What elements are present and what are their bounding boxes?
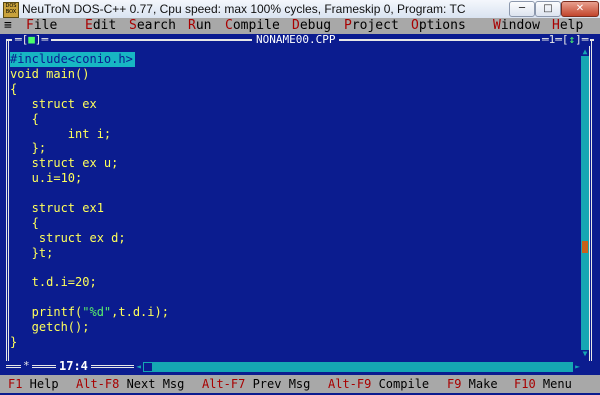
menu-file[interactable]: File xyxy=(26,18,57,34)
scroll-up-arrow-icon[interactable]: ▲ xyxy=(581,48,589,56)
scroll-right-arrow-icon[interactable]: ► xyxy=(573,362,582,372)
string-literal: "%d" xyxy=(82,305,112,320)
code-line[interactable]: { xyxy=(10,112,580,127)
status-key-menu[interactable]: F10 Menu xyxy=(514,375,572,393)
scroll-left-arrow-icon[interactable]: ◄ xyxy=(134,362,143,372)
scroll-down-arrow-icon[interactable]: ▼ xyxy=(581,350,589,358)
code-line[interactable]: getch(); xyxy=(10,320,580,335)
close-square-icon[interactable]: ■ xyxy=(28,33,35,46)
menu-bar: ≡ File Edit Search Run Compile Debug Pro… xyxy=(0,18,600,34)
status-bar: F1 Help Alt-F8 Next Msg Alt-F7 Prev Msg … xyxy=(0,375,600,393)
editor-frame-left xyxy=(6,41,9,361)
code-line[interactable] xyxy=(10,186,580,201)
menu-project[interactable]: Project xyxy=(344,18,399,34)
editor-filename: NONAME00.CPP xyxy=(252,34,340,46)
maximize-button[interactable]: □ xyxy=(535,1,561,17)
code-line[interactable] xyxy=(10,290,580,305)
horizontal-scrollbar[interactable]: ◄ ► xyxy=(134,362,582,372)
editor-frame-right xyxy=(589,41,592,361)
menu-options[interactable]: Options xyxy=(411,18,466,34)
horizontal-scroll-thumb[interactable] xyxy=(144,363,152,371)
code-line[interactable]: }t; xyxy=(10,246,580,261)
code-line[interactable]: { xyxy=(10,82,580,97)
code-line[interactable]: int i; xyxy=(10,127,580,142)
menu-search[interactable]: Search xyxy=(129,18,176,34)
cursor-position: 17:4 xyxy=(56,359,91,373)
status-key-compile[interactable]: Alt-F9 Compile xyxy=(328,375,429,393)
code-line[interactable]: void main() xyxy=(10,67,580,82)
vertical-scroll-thumb[interactable] xyxy=(582,241,588,253)
menu-help[interactable]: Help xyxy=(552,18,583,34)
code-editor[interactable]: #include<conio.h> void main() { struct e… xyxy=(10,48,580,358)
close-button[interactable]: ✕ xyxy=(561,1,599,17)
status-key-make[interactable]: F9 Make xyxy=(447,375,498,393)
code-line[interactable]: t.d.i=20; xyxy=(10,275,580,290)
code-line[interactable]: u.i=10; xyxy=(10,171,580,186)
status-key-help[interactable]: F1 Help xyxy=(8,375,59,393)
window-title: NeuTroN DOS-C++ 0.77, Cpu speed: max 100… xyxy=(22,2,466,16)
menu-run[interactable]: Run xyxy=(188,18,211,34)
modified-indicator: * xyxy=(21,359,32,373)
dosbox-icon[interactable]: DOS BOX xyxy=(3,2,19,18)
code-line[interactable]: } xyxy=(10,335,580,350)
vertical-scrollbar[interactable]: ▲ ▼ xyxy=(581,48,589,358)
title-bar[interactable]: DOS BOX NeuTroN DOS-C++ 0.77, Cpu speed:… xyxy=(0,0,600,19)
code-line[interactable] xyxy=(10,261,580,276)
code-line[interactable]: struct ex d; xyxy=(10,231,580,246)
system-menu-icon[interactable]: ≡ xyxy=(4,18,12,34)
menu-edit[interactable]: Edit xyxy=(85,18,116,34)
code-line[interactable]: }; xyxy=(10,141,580,156)
code-line[interactable]: struct ex1 xyxy=(10,201,580,216)
editor-close-box[interactable]: ═[■]═ xyxy=(12,33,52,46)
code-line[interactable]: { xyxy=(10,216,580,231)
menu-window[interactable]: Window xyxy=(493,18,540,34)
status-key-next-msg[interactable]: Alt-F8 Next Msg xyxy=(76,375,184,393)
code-line[interactable]: struct ex xyxy=(10,97,580,112)
menu-debug[interactable]: Debug xyxy=(292,18,331,34)
minimize-button[interactable]: ─ xyxy=(509,1,535,17)
status-key-prev-msg[interactable]: Alt-F7 Prev Msg xyxy=(202,375,310,393)
code-line-selected[interactable]: #include<conio.h> xyxy=(10,52,135,67)
dosbox-window: DOS BOX NeuTroN DOS-C++ 0.77, Cpu speed:… xyxy=(0,0,600,395)
menu-compile[interactable]: Compile xyxy=(225,18,280,34)
window-number-zoom[interactable]: ═1═[↕]═ xyxy=(540,34,591,46)
code-line[interactable]: struct ex u; xyxy=(10,156,580,171)
code-line-printf[interactable]: printf("%d",t.d.i); xyxy=(10,305,580,320)
